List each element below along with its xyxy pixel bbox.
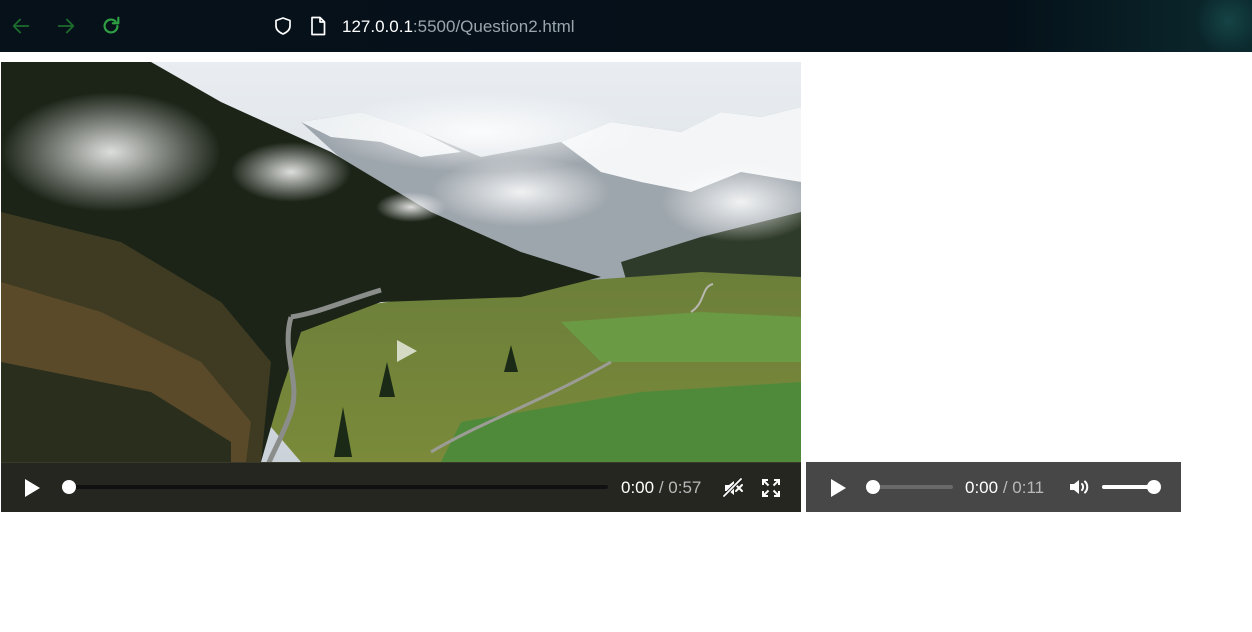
back-button[interactable]	[9, 14, 33, 38]
play-icon	[25, 479, 40, 497]
audio-seek-bar[interactable]	[873, 485, 953, 489]
arrow-left-icon	[12, 18, 30, 34]
video-player[interactable]: 0:00 / 0:57	[1, 62, 801, 512]
video-time-separator: /	[654, 478, 669, 497]
reload-icon	[103, 16, 120, 34]
play-icon	[831, 479, 846, 497]
arrow-right-icon	[57, 18, 75, 34]
audio-play-button[interactable]	[827, 477, 849, 499]
audio-player: 0:00 / 0:11	[806, 462, 1181, 512]
shield-icon[interactable]	[273, 16, 293, 36]
audio-current-time: 0:00	[965, 478, 999, 497]
video-seek-thumb[interactable]	[62, 480, 76, 494]
muted-speaker-icon	[722, 477, 743, 498]
video-fullscreen-button[interactable]	[760, 477, 782, 499]
audio-seek-thumb[interactable]	[866, 480, 880, 494]
url-path: :5500/Question2.html	[412, 17, 575, 36]
audio-volume-thumb[interactable]	[1147, 480, 1161, 494]
video-seek-bar[interactable]	[69, 485, 608, 489]
big-play-icon[interactable]	[393, 338, 419, 364]
audio-duration: 0:11	[1012, 478, 1045, 497]
video-play-button[interactable]	[21, 477, 43, 499]
audio-time-display: 0:00 / 0:11	[965, 478, 1044, 498]
url-host: 127.0.0.1	[342, 17, 413, 36]
audio-time-separator: /	[998, 478, 1013, 497]
video-time-display: 0:00 / 0:57	[621, 478, 701, 498]
speaker-icon	[1070, 480, 1089, 494]
video-current-time: 0:00	[621, 478, 655, 497]
toolbar-glow	[1192, 0, 1252, 52]
forward-button[interactable]	[54, 14, 78, 38]
audio-volume-button[interactable]	[1068, 476, 1090, 498]
video-controls: 0:00 / 0:57	[1, 463, 801, 512]
browser-toolbar: 127.0.0.1:5500/Question2.html	[0, 0, 1252, 52]
fullscreen-icon	[762, 479, 780, 497]
video-frame	[1, 62, 801, 512]
reload-button[interactable]	[99, 14, 123, 38]
video-mute-button[interactable]	[722, 477, 744, 499]
video-duration: 0:57	[668, 478, 702, 497]
address-bar-url[interactable]: 127.0.0.1:5500/Question2.html	[342, 17, 575, 37]
page-icon	[311, 16, 326, 36]
